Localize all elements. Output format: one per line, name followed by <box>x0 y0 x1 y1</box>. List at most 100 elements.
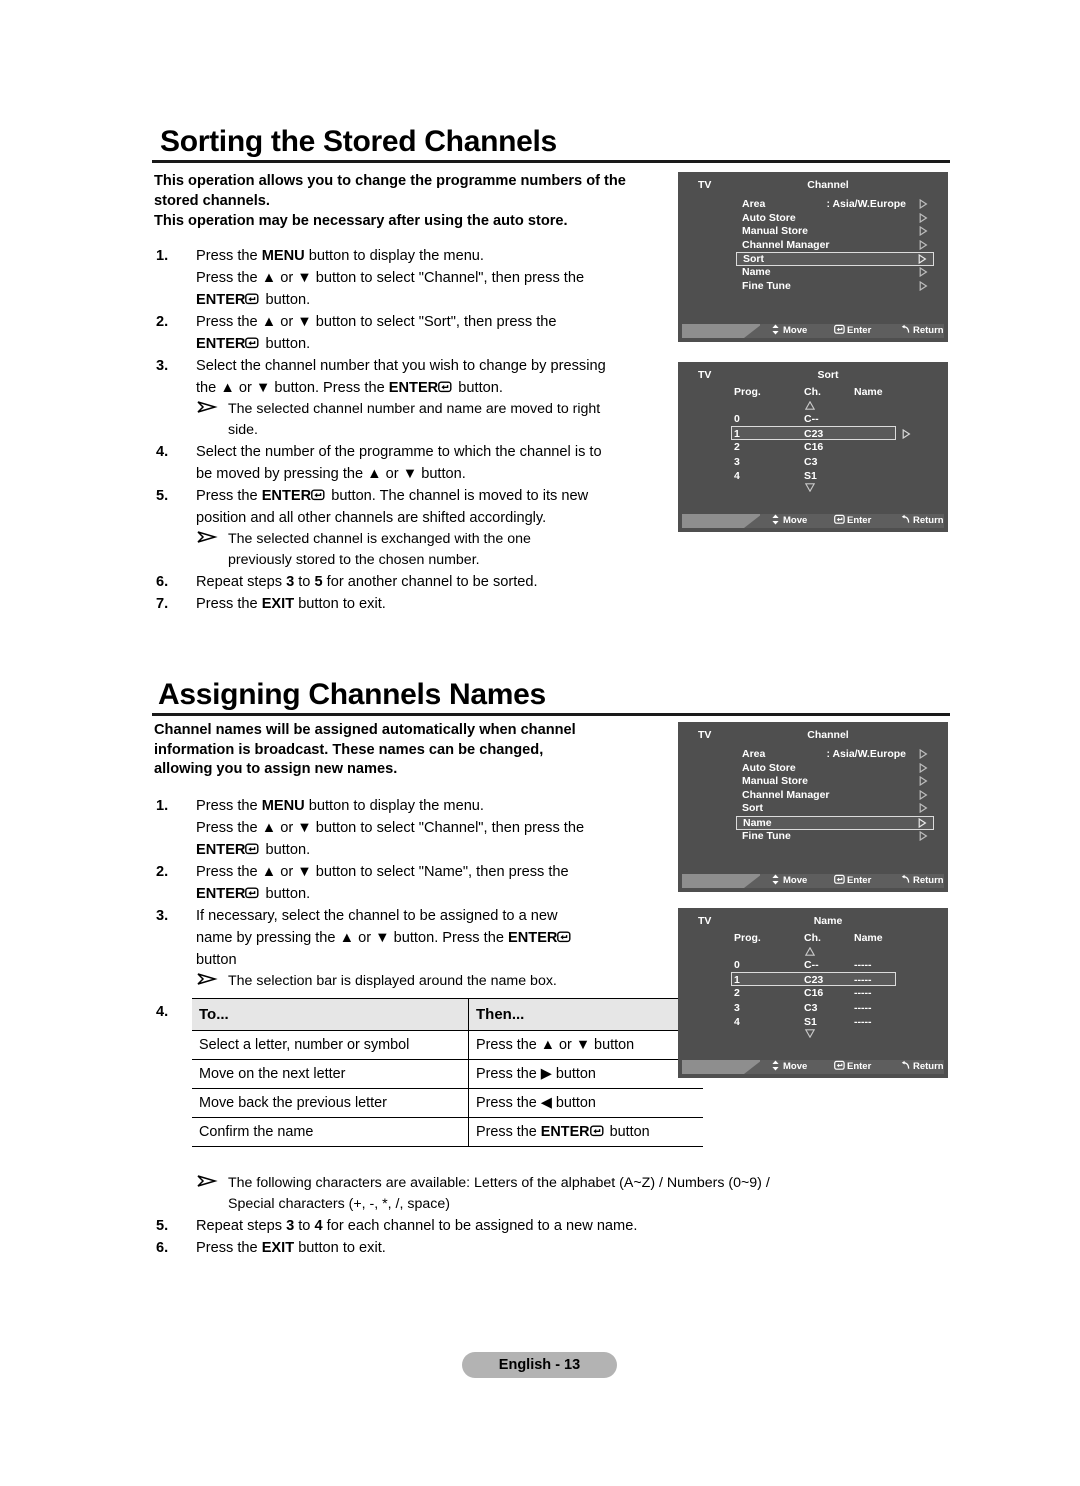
step-3: 3. Select the channel number that you wi… <box>152 355 682 399</box>
step-text-a: Press the <box>196 798 262 814</box>
exit-keyword: EXIT <box>261 596 295 612</box>
menu-item-channel-manager[interactable]: Channel Manager <box>736 239 934 253</box>
menu-item-area[interactable]: Area : Asia/W.Europe <box>736 198 934 212</box>
osd-row-3[interactable]: 3 C3 <box>704 455 926 469</box>
step-text-a: Press the <box>196 596 262 612</box>
osd-help-enter: Enter <box>834 874 871 888</box>
row-prog: 1 <box>734 428 740 441</box>
note-step-3: The selection bar is displayed around th… <box>152 971 682 992</box>
osd-help-enter-label: Enter <box>847 515 872 526</box>
osd-help-return-label: Return <box>913 1061 944 1072</box>
step-text-a: Repeat steps <box>196 1218 287 1234</box>
row-ch: C-- <box>804 413 819 425</box>
osd-row-3[interactable]: 3 C3 ----- <box>704 1001 926 1015</box>
enter-key-icon <box>438 381 453 393</box>
steps-assigning-tail: The following characters are available: … <box>152 1173 912 1259</box>
step-text-b: button. The channel is moved to its new <box>327 488 589 504</box>
step-number: 3. <box>156 908 169 924</box>
menu-item-name[interactable]: Name <box>736 266 934 280</box>
osd-table-header: Prog. Ch. Name <box>704 386 926 401</box>
note-line-1: The following characters are available: … <box>228 1175 770 1191</box>
step-number: 6. <box>156 1240 169 1256</box>
chevron-right-icon <box>919 748 928 760</box>
step-text-b: button to exit. <box>294 596 386 612</box>
osd-scroll-up[interactable] <box>704 946 926 958</box>
chevron-right-icon <box>919 280 928 291</box>
chevron-right-icon <box>919 198 928 210</box>
note-step-5: The selected channel is exchanged with t… <box>152 529 682 571</box>
osd-help-bar: Move Enter Return <box>682 874 944 888</box>
menu-item-value: : Asia/W.Europe <box>826 748 906 760</box>
osd-row-0[interactable]: 0 C-- <box>704 412 926 426</box>
menu-keyword: MENU <box>261 248 305 264</box>
step-text-a: Select the channel number that you wish … <box>196 358 606 374</box>
osd-scroll-up[interactable] <box>704 400 926 412</box>
row-prog: 3 <box>734 1001 740 1014</box>
step-5: 5. Repeat steps 3 to 4 for each channel … <box>152 1215 912 1237</box>
menu-item-label: Auto Store <box>742 211 796 224</box>
osd-help-bar: Move Enter Return <box>682 324 944 338</box>
page-footer-badge: English - 13 <box>462 1352 617 1378</box>
page-title-sorting: Sorting the Stored Channels <box>160 125 557 158</box>
row-ch: C23 <box>804 974 824 987</box>
return-arrow-icon <box>900 514 911 525</box>
step-number: 4. <box>156 444 169 460</box>
osd-title: Channel <box>807 179 849 191</box>
menu-item-fine-tune[interactable]: Fine Tune <box>736 280 934 294</box>
enter-key-icon <box>245 843 260 855</box>
column-header-prog: Prog. <box>734 386 761 398</box>
menu-item-label: Area <box>742 198 766 210</box>
osd-help-move: Move <box>770 1060 807 1074</box>
step-number: 1. <box>156 248 169 264</box>
osd-row-0[interactable]: 0 C-- ----- <box>704 958 926 972</box>
osd-channel-menu-name: TV Channel Area : Asia/W.Europe Auto Sto… <box>678 722 948 892</box>
heading-rule-2 <box>152 713 950 716</box>
menu-item-label: Manual Store <box>742 225 808 238</box>
menu-item-label: Manual Store <box>742 775 808 788</box>
step-text-c: position and all other channels are shif… <box>196 510 547 526</box>
osd-name-list: TV Name Prog. Ch. Name 0 C-- ----- 1 C23… <box>678 908 948 1078</box>
osd-row-2[interactable]: 2 C16 <box>704 440 926 454</box>
menu-item-name[interactable]: Name <box>736 815 934 830</box>
osd-scroll-down[interactable] <box>704 483 926 494</box>
osd-row-2[interactable]: 2 C16 ----- <box>704 986 926 1000</box>
table-cell-to: Confirm the name <box>192 1117 469 1147</box>
menu-item-value: : Asia/W.Europe <box>826 198 906 210</box>
osd-row-4[interactable]: 4 S1 <box>704 469 926 483</box>
osd-row-4[interactable]: 4 S1 ----- <box>704 1015 926 1029</box>
menu-item-manual-store[interactable]: Manual Store <box>736 225 934 239</box>
menu-item-sort[interactable]: Sort <box>736 802 934 816</box>
osd-row-1-selected[interactable]: 1 C23 ----- <box>731 972 896 987</box>
enter-keyword: ENTER <box>196 336 246 352</box>
enter-key-icon <box>834 874 845 885</box>
steps-assigning: 1. Press the MENU button to display the … <box>152 795 682 992</box>
step-text-b: name by pressing the ▲ or ▼ button. Pres… <box>196 930 508 946</box>
step-text-b: button to exit. <box>294 1240 386 1256</box>
intro-sorting: This operation allows you to change the … <box>154 172 666 232</box>
table-cell-then: Press the ◀ button <box>468 1088 703 1118</box>
osd-channel-menu-sort: TV Channel Area : Asia/W.Europe Auto Sto… <box>678 172 948 342</box>
chevron-right-icon <box>919 789 928 800</box>
step-text-c: Press the ▲ or ▼ button to select "Chann… <box>196 820 585 836</box>
intro-line-1: This operation allows you to change the … <box>154 173 626 209</box>
menu-item-sort[interactable]: Sort <box>736 252 934 266</box>
row-ch: C-- <box>804 959 819 971</box>
step-text-d: button. <box>261 842 311 858</box>
osd-scroll-down[interactable] <box>704 1029 926 1040</box>
chevron-right-icon <box>919 830 928 841</box>
step-6: 6. Repeat steps 3 to 5 for another chann… <box>152 571 682 593</box>
enter-key-icon <box>834 1060 845 1071</box>
osd-help-enter-label: Enter <box>847 1061 872 1072</box>
note-arrow-icon <box>196 398 218 416</box>
step-ref-1: 3 <box>286 574 295 590</box>
step-text-a: Select the number of the programme to wh… <box>196 444 602 460</box>
menu-item-auto-store[interactable]: Auto Store <box>736 762 934 776</box>
menu-item-auto-store[interactable]: Auto Store <box>736 212 934 226</box>
enter-keyword: ENTER <box>540 1124 590 1140</box>
osd-menu-list: Area : Asia/W.Europe Auto Store Manual S… <box>736 748 934 843</box>
osd-row-1-selected[interactable]: 1 C23 <box>731 426 911 441</box>
menu-item-manual-store[interactable]: Manual Store <box>736 775 934 789</box>
menu-item-channel-manager[interactable]: Channel Manager <box>736 789 934 803</box>
menu-item-area[interactable]: Area : Asia/W.Europe <box>736 748 934 762</box>
menu-item-fine-tune[interactable]: Fine Tune <box>736 830 934 844</box>
